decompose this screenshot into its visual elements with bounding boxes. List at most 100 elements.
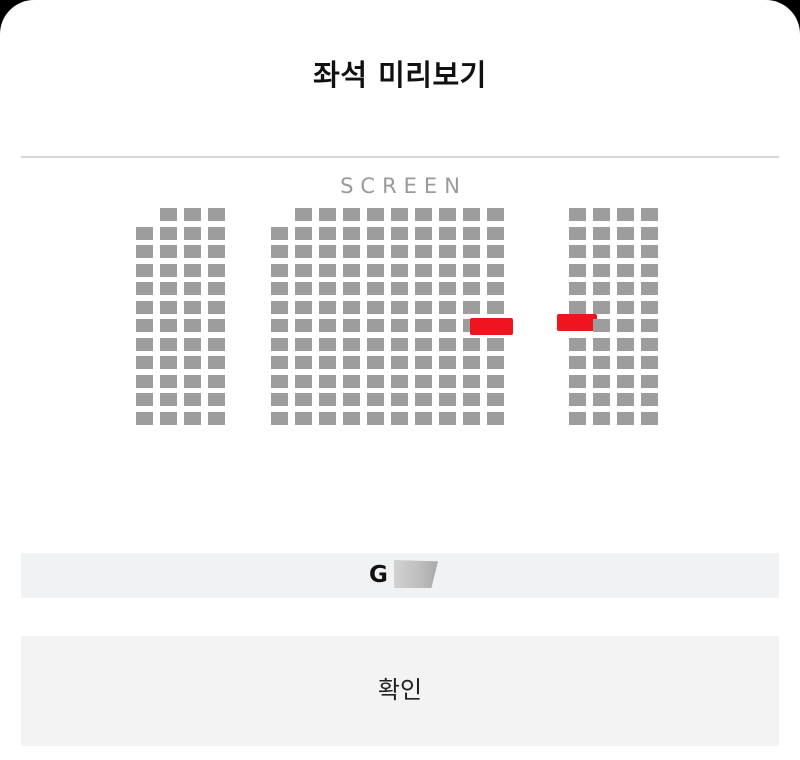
seat (343, 282, 360, 295)
seat (641, 263, 658, 277)
seat (439, 226, 456, 240)
seat (208, 374, 225, 388)
seat (641, 245, 658, 258)
seat (295, 282, 312, 295)
seat (463, 411, 480, 425)
seat (271, 393, 288, 406)
seat (569, 208, 586, 221)
seat (569, 393, 586, 406)
seat (271, 245, 288, 258)
seat (415, 319, 432, 332)
seat (271, 411, 288, 425)
seat (439, 208, 456, 221)
seat (463, 374, 480, 388)
seat (367, 393, 384, 406)
seat (463, 356, 480, 369)
seat (487, 356, 504, 369)
seat (391, 393, 408, 406)
seat (367, 300, 384, 314)
seat (487, 208, 504, 221)
seat (487, 393, 504, 406)
seat (391, 300, 408, 314)
seat (295, 300, 312, 314)
seat (569, 300, 586, 314)
seat (617, 337, 634, 351)
seat (184, 393, 201, 406)
seat (391, 208, 408, 221)
seat (641, 393, 658, 406)
seat (391, 245, 408, 258)
seat (343, 208, 360, 221)
seat (617, 208, 634, 221)
seat (463, 263, 480, 277)
seat (343, 411, 360, 425)
seat (367, 282, 384, 295)
seat (184, 245, 201, 258)
seat (617, 393, 634, 406)
seat (367, 337, 384, 351)
seat (160, 319, 177, 332)
seat (295, 208, 312, 221)
seat (160, 411, 177, 425)
seat (295, 226, 312, 240)
seat (184, 226, 201, 240)
seat (136, 282, 153, 295)
seat (319, 263, 336, 277)
seat (367, 356, 384, 369)
seat (295, 356, 312, 369)
seat (415, 226, 432, 240)
seat (617, 356, 634, 369)
seat (271, 356, 288, 369)
seat (593, 300, 610, 314)
seat (136, 411, 153, 425)
seat (184, 337, 201, 351)
seat (160, 263, 177, 277)
seat (641, 208, 658, 221)
seat (391, 319, 408, 332)
seat (160, 393, 177, 406)
seat (271, 263, 288, 277)
seat (184, 356, 201, 369)
seat (319, 411, 336, 425)
seat (415, 337, 432, 351)
seat (487, 263, 504, 277)
seat (160, 208, 177, 221)
seat (319, 245, 336, 258)
seat (415, 393, 432, 406)
seat (343, 393, 360, 406)
seat (487, 374, 504, 388)
seat (208, 319, 225, 332)
seat (184, 374, 201, 388)
seat (136, 374, 153, 388)
seat (487, 411, 504, 425)
redaction-mark (394, 560, 438, 588)
seat (319, 393, 336, 406)
seat (160, 356, 177, 369)
seat (593, 263, 610, 277)
seat (415, 300, 432, 314)
seat (271, 337, 288, 351)
seat (295, 411, 312, 425)
seat (343, 374, 360, 388)
seat (319, 356, 336, 369)
seat (593, 208, 610, 221)
seat (463, 208, 480, 221)
seat (415, 263, 432, 277)
seat (463, 226, 480, 240)
seat (271, 300, 288, 314)
seat (569, 356, 586, 369)
seat (136, 300, 153, 314)
seat (439, 393, 456, 406)
seat (617, 263, 634, 277)
seat (439, 282, 456, 295)
seat (391, 411, 408, 425)
seat (641, 319, 658, 332)
seat (184, 263, 201, 277)
confirm-button[interactable]: 확인 (21, 636, 779, 746)
seat (593, 245, 610, 258)
seat-selected (557, 314, 597, 331)
seat (367, 245, 384, 258)
seat (391, 356, 408, 369)
seat (415, 356, 432, 369)
seat (160, 282, 177, 295)
